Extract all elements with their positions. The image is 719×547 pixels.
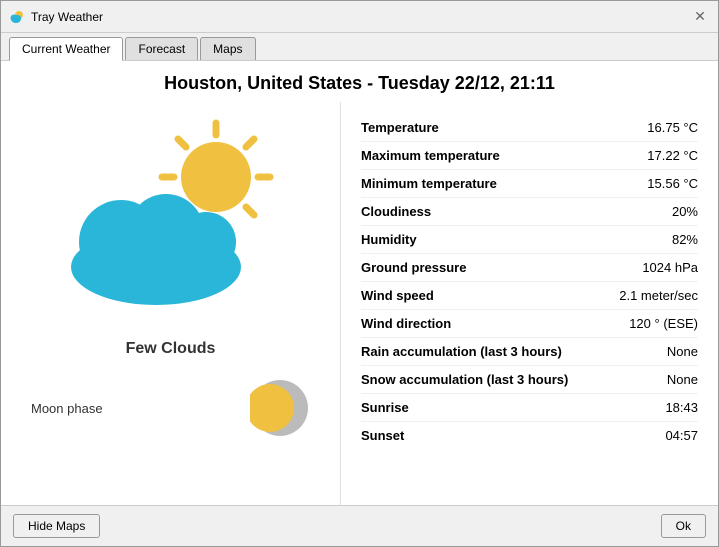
label-wind-direction: Wind direction: [361, 316, 451, 331]
data-row-ground-pressure: Ground pressure 1024 hPa: [361, 254, 698, 282]
label-wind-speed: Wind speed: [361, 288, 434, 303]
value-cloudiness: 20%: [672, 204, 698, 219]
data-row-wind-speed: Wind speed 2.1 meter/sec: [361, 282, 698, 310]
moon-area: Moon phase: [11, 368, 330, 448]
data-row-rain: Rain accumulation (last 3 hours) None: [361, 338, 698, 366]
label-humidity: Humidity: [361, 232, 417, 247]
value-min-temp: 15.56 °C: [647, 176, 698, 191]
label-min-temp: Minimum temperature: [361, 176, 497, 191]
sun-icon: [61, 112, 281, 312]
close-button[interactable]: ✕: [690, 7, 710, 27]
value-sunrise: 18:43: [665, 400, 698, 415]
weather-visual-panel: Few Clouds Moon phase: [1, 102, 341, 505]
label-temperature: Temperature: [361, 120, 439, 135]
main-window: Tray Weather ✕ Current Weather Forecast …: [0, 0, 719, 547]
ok-button[interactable]: Ok: [661, 514, 706, 538]
data-row-temperature: Temperature 16.75 °C: [361, 114, 698, 142]
data-row-humidity: Humidity 82%: [361, 226, 698, 254]
label-ground-pressure: Ground pressure: [361, 260, 466, 275]
label-rain: Rain accumulation (last 3 hours): [361, 344, 562, 359]
value-max-temp: 17.22 °C: [647, 148, 698, 163]
tab-current-weather[interactable]: Current Weather: [9, 37, 123, 61]
data-row-wind-direction: Wind direction 120 ° (ESE): [361, 310, 698, 338]
data-row-snow: Snow accumulation (last 3 hours) None: [361, 366, 698, 394]
value-temperature: 16.75 °C: [647, 120, 698, 135]
label-sunrise: Sunrise: [361, 400, 409, 415]
weather-data-panel: Temperature 16.75 °C Maximum temperature…: [341, 102, 718, 505]
location-title: Houston, United States - Tuesday 22/12, …: [1, 61, 718, 102]
value-wind-speed: 2.1 meter/sec: [619, 288, 698, 303]
window-title: Tray Weather: [31, 10, 103, 24]
title-bar: Tray Weather ✕: [1, 1, 718, 33]
tab-bar: Current Weather Forecast Maps: [1, 33, 718, 61]
data-row-max-temp: Maximum temperature 17.22 °C: [361, 142, 698, 170]
value-rain: None: [667, 344, 698, 359]
weather-icon-area: [61, 112, 281, 332]
main-area: Few Clouds Moon phase Temperature 16.75 …: [1, 102, 718, 505]
value-wind-direction: 120 ° (ESE): [629, 316, 698, 331]
weather-condition: Few Clouds: [126, 340, 216, 358]
value-ground-pressure: 1024 hPa: [642, 260, 698, 275]
moon-icon: [250, 378, 310, 438]
tab-forecast[interactable]: Forecast: [125, 37, 198, 60]
value-snow: None: [667, 372, 698, 387]
data-row-sunset: Sunset 04:57: [361, 422, 698, 449]
footer: Hide Maps Ok: [1, 505, 718, 546]
value-sunset: 04:57: [665, 428, 698, 443]
label-snow: Snow accumulation (last 3 hours): [361, 372, 568, 387]
tab-maps[interactable]: Maps: [200, 37, 255, 60]
data-row-sunrise: Sunrise 18:43: [361, 394, 698, 422]
data-row-min-temp: Minimum temperature 15.56 °C: [361, 170, 698, 198]
title-bar-left: Tray Weather: [9, 9, 103, 25]
value-humidity: 82%: [672, 232, 698, 247]
content-area: Houston, United States - Tuesday 22/12, …: [1, 61, 718, 505]
hide-maps-button[interactable]: Hide Maps: [13, 514, 100, 538]
data-row-cloudiness: Cloudiness 20%: [361, 198, 698, 226]
moon-phase-label: Moon phase: [31, 401, 250, 416]
label-sunset: Sunset: [361, 428, 404, 443]
label-max-temp: Maximum temperature: [361, 148, 500, 163]
app-icon: [9, 9, 25, 25]
label-cloudiness: Cloudiness: [361, 204, 431, 219]
